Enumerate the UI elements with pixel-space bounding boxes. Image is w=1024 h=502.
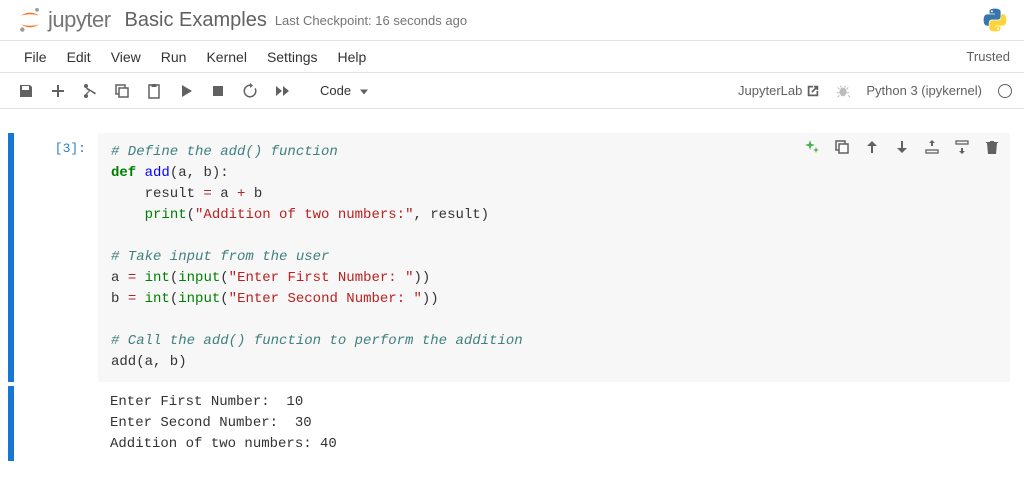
insert-below-button[interactable]	[950, 135, 974, 159]
menubar: File Edit View Run Kernel Settings Help …	[0, 41, 1024, 73]
restart-button[interactable]	[236, 77, 264, 105]
checkpoint-label: Last Checkpoint: 16 seconds ago	[275, 13, 467, 28]
save-button[interactable]	[12, 77, 40, 105]
fast-forward-icon	[274, 83, 290, 99]
menu-settings[interactable]: Settings	[257, 43, 328, 71]
menu-edit[interactable]: Edit	[57, 43, 101, 71]
menu-view[interactable]: View	[101, 43, 151, 71]
stop-icon	[210, 83, 226, 99]
fast-forward-button[interactable]	[268, 77, 296, 105]
cut-button[interactable]	[76, 77, 104, 105]
output-cell: Enter First Number: 10 Enter Second Numb…	[0, 386, 1024, 461]
delete-cell-button[interactable]	[980, 135, 1004, 159]
menu-run[interactable]: Run	[151, 43, 197, 71]
kernel-name[interactable]: Python 3 (ipykernel)	[866, 83, 982, 98]
external-link-icon	[806, 84, 820, 98]
save-icon	[18, 83, 34, 99]
notebook-title[interactable]: Basic Examples	[125, 9, 267, 32]
add-cell-button[interactable]	[44, 77, 72, 105]
arrow-down-icon	[894, 139, 910, 155]
arrow-up-icon	[864, 139, 880, 155]
stop-button[interactable]	[204, 77, 232, 105]
move-down-button[interactable]	[890, 135, 914, 159]
jupyter-icon	[16, 6, 44, 34]
menu-help[interactable]: Help	[328, 43, 377, 71]
cell-type-select[interactable]: Code	[312, 81, 376, 100]
jupyter-text: jupyter	[48, 7, 111, 33]
trusted-label: Trusted	[966, 49, 1010, 64]
insert-below-icon	[954, 139, 970, 155]
code-cell[interactable]: [3]:	[0, 133, 1024, 382]
cell-prompt: [3]:	[14, 133, 98, 382]
restart-icon	[242, 83, 258, 99]
menu-file[interactable]: File	[14, 43, 57, 71]
play-icon	[178, 83, 194, 99]
insert-above-button[interactable]	[920, 135, 944, 159]
duplicate-icon	[834, 139, 850, 155]
plus-icon	[50, 83, 66, 99]
toolbar: Code JupyterLab Python 3 (ipykernel)	[0, 73, 1024, 109]
python-logo-icon	[982, 7, 1008, 33]
insert-above-icon	[924, 139, 940, 155]
paste-button[interactable]	[140, 77, 168, 105]
header: jupyter Basic Examples Last Checkpoint: …	[0, 0, 1024, 41]
code-editor[interactable]: # Define the add() function def add(a, b…	[98, 133, 1010, 382]
kernel-status-icon[interactable]	[998, 84, 1012, 98]
debugger-button[interactable]	[836, 84, 850, 98]
output-prompt	[14, 386, 98, 461]
move-up-button[interactable]	[860, 135, 884, 159]
scissors-icon	[82, 83, 98, 99]
cell-toolbar	[800, 135, 1004, 159]
run-button[interactable]	[172, 77, 200, 105]
cell-output: Enter First Number: 10 Enter Second Numb…	[98, 386, 1010, 461]
menu-kernel[interactable]: Kernel	[196, 43, 256, 71]
bug-icon	[836, 84, 850, 98]
clipboard-icon	[146, 83, 162, 99]
cell-marker	[8, 386, 14, 461]
sparkle-icon	[804, 139, 820, 155]
cell-marker	[8, 133, 14, 382]
duplicate-cell-button[interactable]	[830, 135, 854, 159]
open-jupyterlab-button[interactable]: JupyterLab	[738, 83, 820, 98]
copy-icon	[114, 83, 130, 99]
trash-icon	[984, 139, 1000, 155]
notebook-area: [3]:	[0, 109, 1024, 461]
copy-button[interactable]	[108, 77, 136, 105]
jupyter-logo[interactable]: jupyter	[16, 6, 111, 34]
ai-assist-button[interactable]	[800, 135, 824, 159]
